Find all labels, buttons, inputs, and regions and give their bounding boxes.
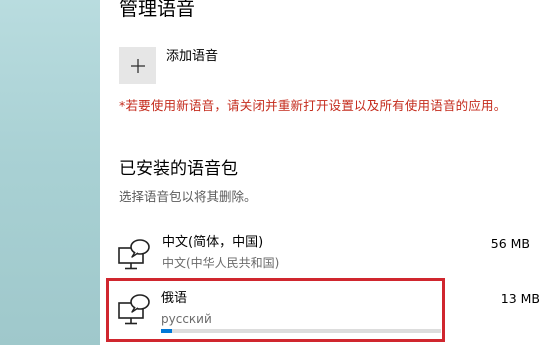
restart-warning: *若要使用新语音，请关闭并重新打开设置以及所有使用语音的应用。 <box>119 98 507 113</box>
plus-icon <box>130 58 145 73</box>
add-voice-button[interactable] <box>119 47 156 84</box>
voice-pack-subtitle: 中文(中华人民共和国) <box>162 256 280 270</box>
voice-pack-subtitle: русский <box>161 312 212 326</box>
voice-pack-item-russian[interactable]: 俄语 русский 13 MB <box>106 278 540 342</box>
speech-display-icon <box>118 239 150 270</box>
voice-pack-item-chinese[interactable]: 中文(简体，中国) 中文(中华人民共和国) 56 MB <box>110 230 540 280</box>
page-title: 管理语音 <box>119 0 196 20</box>
speech-display-icon <box>118 294 150 325</box>
add-voice-label[interactable]: 添加语音 <box>166 48 218 66</box>
installed-packs-hint: 选择语音包以将其删除。 <box>119 189 257 204</box>
voice-pack-name: 俄语 <box>161 291 188 306</box>
voice-pack-size: 56 MB <box>490 236 530 251</box>
voice-pack-size: 13 MB <box>500 291 540 306</box>
settings-content: 管理语音 添加语音 *若要使用新语音，请关闭并重新打开设置以及所有使用语音的应用… <box>100 0 542 345</box>
voice-pack-name: 中文(简体，中国) <box>162 235 264 250</box>
download-progress-bar <box>161 329 441 333</box>
installed-packs-heading: 已安装的语音包 <box>119 159 238 179</box>
wallpaper-strip <box>0 0 100 345</box>
download-progress-fill <box>161 329 173 333</box>
